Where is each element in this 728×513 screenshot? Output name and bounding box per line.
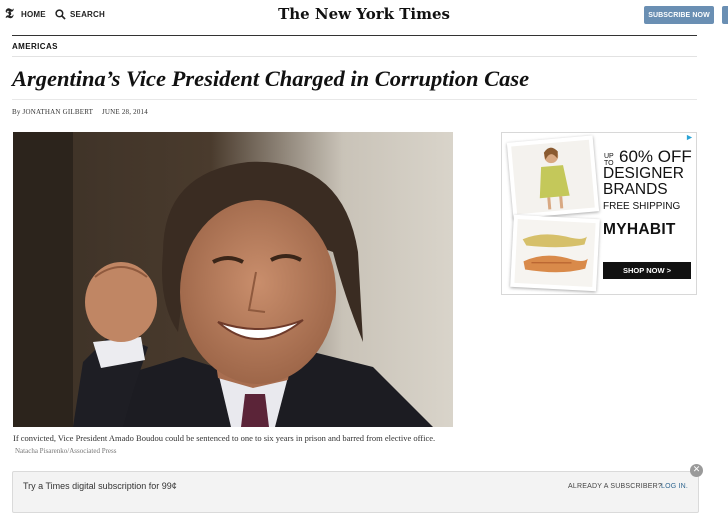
caption-text: If convicted, Vice President Amado Boudo… xyxy=(13,433,436,443)
photo-caption: If convicted, Vice President Amado Boudo… xyxy=(13,432,458,457)
already-subscriber-text: ALREADY A SUBSCRIBER? xyxy=(568,483,662,490)
photo-illustration xyxy=(13,132,453,427)
ad-free-shipping: FREE SHIPPING xyxy=(603,201,681,212)
article-photo[interactable] xyxy=(13,132,453,427)
ad-brand-logo: MYHABIT xyxy=(603,221,676,238)
ad-brands-text: BRANDS xyxy=(603,181,668,198)
partial-header-button[interactable] xyxy=(722,6,728,24)
section-label[interactable]: AMERICAS xyxy=(12,42,58,51)
close-icon[interactable]: ✕ xyxy=(690,464,703,477)
top-navigation-bar: 𝕿 HOME SEARCH The New York Times SUBSCRI… xyxy=(0,0,728,30)
section-divider xyxy=(12,56,697,57)
shop-now-button[interactable]: SHOP NOW > xyxy=(603,262,691,279)
ad-designer-text: DESIGNER xyxy=(603,165,684,182)
byline[interactable]: By JONATHAN GILBERT xyxy=(12,108,93,116)
myhabit-advertisement[interactable]: UP TO 60% OFF DESIGNER BRANDS FREE SHIPPI… xyxy=(501,132,697,295)
ad-upto-line1: UP xyxy=(604,153,614,160)
log-in-link[interactable]: LOG IN. xyxy=(661,483,688,490)
publish-date: JUNE 28, 2014 xyxy=(102,108,148,116)
header-divider xyxy=(12,35,697,36)
headline-divider xyxy=(12,99,697,100)
ad-choices-icon[interactable] xyxy=(686,134,693,141)
photo-credit: Natacha Pisarenko/Associated Press xyxy=(15,447,117,455)
ad-discount: 60% OFF xyxy=(619,147,692,166)
subscribe-now-button[interactable]: SUBSCRIBE NOW xyxy=(644,6,714,24)
ad-model-photo xyxy=(506,135,600,219)
subscription-banner: Try a Times digital subscription for 99¢… xyxy=(12,471,699,513)
ad-shoes-photo xyxy=(510,214,600,292)
subscription-offer-link[interactable]: Try a Times digital subscription for 99¢ xyxy=(23,481,177,491)
article-headline: Argentina’s Vice President Charged in Co… xyxy=(12,66,530,91)
masthead-logo[interactable]: The New York Times xyxy=(0,5,728,23)
